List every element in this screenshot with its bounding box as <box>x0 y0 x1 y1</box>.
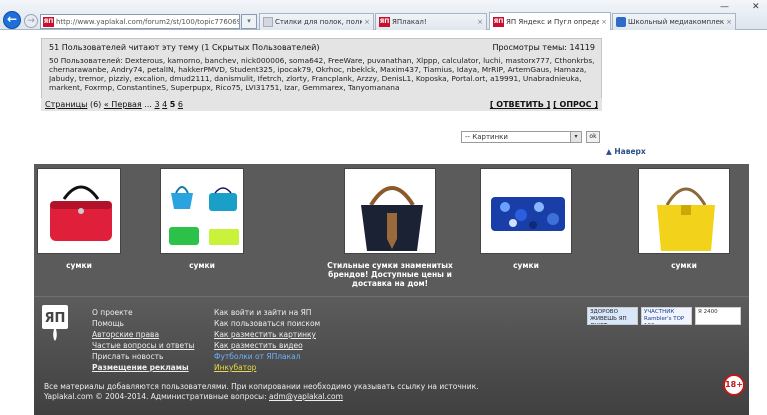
jump-go-button[interactable]: ok <box>586 131 600 143</box>
product-ads-strip: сумки сумки Стильные сумки знаменитых бр… <box>34 164 749 296</box>
pagination-bar: Страницы (6) « Первая ... 3 4 5 6 [ ОТВЕ… <box>41 98 602 111</box>
footer-link-advertising[interactable]: Размещение рекламы <box>92 362 194 373</box>
product-caption[interactable]: сумки <box>142 261 262 270</box>
rambler-top100-badge[interactable]: УЧАСТНИК Rambler's TOP 100 <box>641 307 692 325</box>
counter-badge-1[interactable]: ЗДОРОВО ЖИВЕШЬ ЯП ДЖЕТ <box>587 307 638 325</box>
poll-button[interactable]: [ ОПРОС ] <box>553 100 598 109</box>
footer-links-col-1: О проекте Помощь Авторские права Частые … <box>92 307 194 373</box>
footer-link-help[interactable]: Помощь <box>92 318 194 329</box>
footer-link-image-help[interactable]: Как разместить картинку <box>214 329 320 340</box>
red-bag-image[interactable] <box>37 168 121 254</box>
pages-count: (6) <box>89 100 102 109</box>
first-page-link[interactable]: « Первая <box>104 100 142 109</box>
reply-button[interactable]: [ ОТВЕТИТЬ ] <box>490 100 550 109</box>
footer-link-about[interactable]: О проекте <box>92 307 194 318</box>
copyright-line-2: Yaplakal.com © 2004-2014. Административн… <box>44 392 689 402</box>
black-bag-image[interactable] <box>344 168 436 254</box>
forum-jump-value: -- Картинки <box>465 133 508 141</box>
product-caption[interactable]: Стильные сумки знаменитых брендов! Досту… <box>324 261 456 288</box>
colored-bags-image[interactable] <box>160 168 244 254</box>
copyright-notice: Все материалы добавляются пользователями… <box>44 382 689 402</box>
site-favicon-icon: ЯП <box>379 17 390 27</box>
chevron-down-icon: ▾ <box>570 132 581 142</box>
minimize-icon[interactable]: — <box>720 2 729 12</box>
page-link-6[interactable]: 6 <box>178 100 183 109</box>
tab-label: Школьный медиакомплекс. Понс... <box>628 18 725 26</box>
footer-link-incubator[interactable]: Инкубатор <box>214 362 320 373</box>
address-bar[interactable]: ЯП http://www.yaplakal.com/forum2/st/100… <box>40 14 240 29</box>
footer-link-copyright[interactable]: Авторские права <box>92 329 194 340</box>
readers-count: 51 Пользователей читают эту тему (1 Скры… <box>49 43 320 52</box>
close-icon[interactable]: × <box>726 18 732 26</box>
pagination: Страницы (6) « Первая ... 3 4 5 6 <box>45 100 183 109</box>
product-card[interactable]: Стильные сумки знаменитых брендов! Досту… <box>324 168 456 288</box>
product-caption[interactable]: сумки <box>466 261 586 270</box>
yandex-counter-badge[interactable]: Я 2400 <box>695 307 741 325</box>
footer-link-tshirts[interactable]: Футболки от ЯПлакал <box>214 351 320 362</box>
footer-link-send-news[interactable]: Прислать новость <box>92 351 194 362</box>
tab-3-active[interactable]: ЯП ЯП Яндекс и Пугл определяют ... × <box>489 12 611 30</box>
footer-link-faq[interactable]: Частые вопросы и ответы <box>92 340 194 351</box>
copyright-prefix: Yaplakal.com © 2004-2014. Административн… <box>44 392 269 401</box>
site-footer: ЯП О проекте Помощь Авторские права Част… <box>34 296 749 415</box>
close-icon[interactable]: × <box>601 18 607 26</box>
site-favicon-icon: ЯП <box>43 16 54 27</box>
page-link-4[interactable]: 4 <box>162 100 167 109</box>
ellipsis: ... <box>144 100 152 109</box>
product-caption[interactable]: сумки <box>19 261 139 270</box>
back-arrow-icon: ← <box>6 12 18 26</box>
forum-jump-select[interactable]: -- Картинки ▾ <box>461 131 582 143</box>
admin-email-link[interactable]: adm@yaplakal.com <box>269 392 343 401</box>
footer-link-search-help[interactable]: Как пользоваться поиском <box>214 318 320 329</box>
current-page: 5 <box>169 100 176 109</box>
tab-2[interactable]: ЯП ЯПлакал! × <box>375 13 487 30</box>
yellow-bag-image[interactable] <box>638 168 730 254</box>
browser-toolbar: ← → ЯП http://www.yaplakal.com/forum2/st… <box>0 0 767 30</box>
forward-button[interactable]: → <box>24 14 38 28</box>
product-card[interactable]: сумки <box>142 168 262 270</box>
address-dropdown-button[interactable]: ▾ <box>241 14 257 29</box>
svg-text:ЯП: ЯП <box>45 311 66 326</box>
close-icon[interactable]: × <box>477 18 483 26</box>
product-card[interactable]: сумки <box>466 168 586 270</box>
tab-1[interactable]: Стилки для полок, полками с... × <box>259 13 374 30</box>
footer-links-col-2: Как войти и зайти на ЯП Как пользоваться… <box>214 307 320 373</box>
site-favicon-icon <box>616 17 626 27</box>
jeweled-clutch-image[interactable] <box>480 168 572 254</box>
product-caption[interactable]: сумки <box>624 261 744 270</box>
tab-label: ЯП Яндекс и Пугл определяют ... <box>506 17 600 26</box>
readers-list: 50 Пользователей: Dexterous, kamorno, ba… <box>49 56 595 92</box>
site-favicon-icon: ЯП <box>493 16 504 27</box>
views-count: Просмотры темы: 14119 <box>492 43 595 52</box>
pages-label[interactable]: Страницы <box>45 100 87 109</box>
footer-link-video-help[interactable]: Как разместить видео <box>214 340 320 351</box>
page-icon <box>263 17 273 27</box>
chevron-down-icon: ▾ <box>247 17 251 25</box>
page-link-3[interactable]: 3 <box>154 100 159 109</box>
back-button[interactable]: ← <box>3 11 21 29</box>
close-icon[interactable]: × <box>364 18 370 26</box>
readers-header: 51 Пользователей читают эту тему (1 Скры… <box>49 43 595 53</box>
to-top-link[interactable]: ▲ Наверх <box>606 147 646 156</box>
footer-link-login-help[interactable]: Как войти и зайти на ЯП <box>214 307 320 318</box>
yaplakal-logo[interactable]: ЯП <box>42 305 68 341</box>
close-window-icon[interactable]: ✕ <box>752 2 760 12</box>
page-scrollbar[interactable] <box>757 30 767 415</box>
product-card[interactable]: сумки <box>624 168 744 270</box>
address-text: http://www.yaplakal.com/forum2/st/100/to… <box>56 17 239 26</box>
forward-arrow-icon: → <box>27 16 35 26</box>
tab-label: ЯПлакал! <box>392 18 427 26</box>
tab-label: Стилки для полок, полками с... <box>275 18 363 26</box>
topic-actions: [ ОТВЕТИТЬ ] [ ОПРОС ] <box>490 100 598 109</box>
age-rating-badge: 18+ <box>723 374 745 396</box>
product-card[interactable]: сумки <box>19 168 139 270</box>
copyright-line-1: Все материалы добавляются пользователями… <box>44 382 479 391</box>
tab-4[interactable]: Школьный медиакомплекс. Понс... × <box>612 13 736 30</box>
